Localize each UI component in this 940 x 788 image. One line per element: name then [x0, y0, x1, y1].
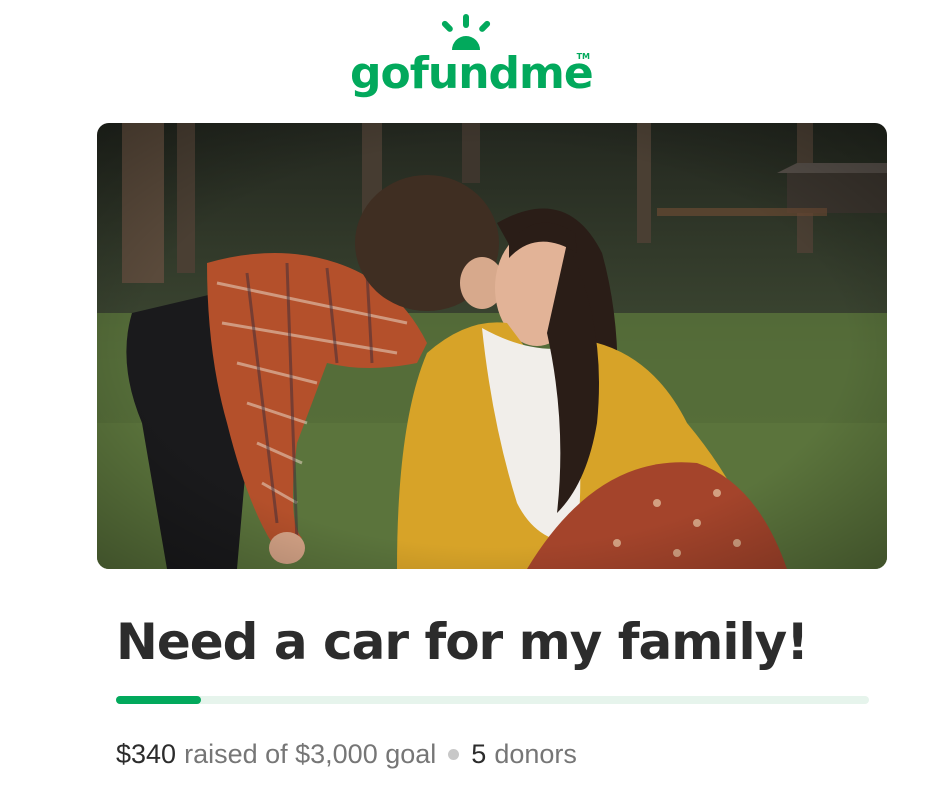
campaign-stats: $340 raised of $3,000 goal 5 donors [116, 734, 577, 774]
progress-bar [116, 696, 869, 704]
separator-dot [448, 748, 460, 760]
amount-raised: $340 [116, 739, 177, 769]
hero-photo [97, 123, 887, 569]
brand-wordmark: gofundme [350, 48, 594, 99]
campaign-title[interactable]: Need a car for my family! [116, 604, 896, 680]
goal-text: raised of $3,000 goal [184, 739, 437, 769]
gofundme-logo[interactable]: gofundme TM [0, 14, 940, 102]
progress-bar-fill [116, 696, 202, 704]
campaign-hero-image[interactable] [97, 123, 887, 569]
donor-count: 5 [471, 739, 487, 769]
trademark-mark: TM [576, 52, 590, 61]
donors-label: donors [494, 739, 577, 769]
